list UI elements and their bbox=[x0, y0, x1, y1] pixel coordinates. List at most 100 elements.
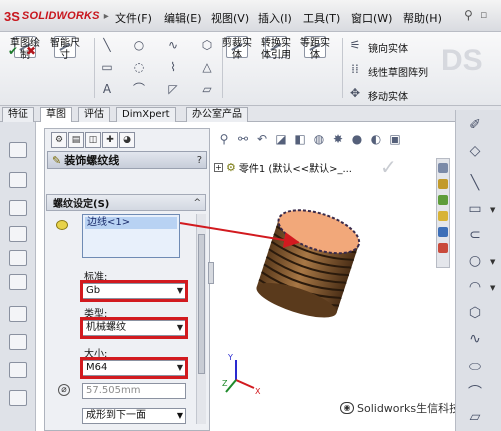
menu-edit[interactable]: 编辑(E) bbox=[164, 10, 202, 26]
pattern-icon[interactable] bbox=[9, 306, 27, 322]
file-explorer-icon[interactable] bbox=[438, 195, 448, 205]
offset-entities-button[interactable]: 等距实体 bbox=[300, 36, 330, 61]
help-icon[interactable]: ? bbox=[197, 155, 202, 166]
feature-manager-icon[interactable]: ⚙ bbox=[51, 132, 67, 148]
chamfer-icon[interactable]: ◸ bbox=[164, 82, 182, 96]
previous-view-icon[interactable]: ↶ bbox=[254, 131, 270, 147]
cancel-x-icon[interactable]: ✖ bbox=[26, 44, 36, 58]
hide-show-icon[interactable]: ✸ bbox=[330, 131, 346, 147]
confirm-corner-check-icon[interactable]: ✓ bbox=[380, 155, 397, 179]
section-view-icon[interactable]: ◪ bbox=[273, 131, 289, 147]
point-icon[interactable]: △ bbox=[198, 60, 216, 74]
part-name[interactable]: 零件1 (默认<<默认>_... bbox=[239, 160, 352, 175]
display-style-icon[interactable]: ◍ bbox=[311, 131, 327, 147]
linear-pattern-label[interactable]: 线性草图阵列 bbox=[368, 64, 428, 79]
zoom-fit-icon[interactable]: ⚲ bbox=[216, 131, 232, 147]
revolve-icon[interactable] bbox=[9, 172, 27, 188]
view-palette-icon[interactable] bbox=[438, 227, 448, 237]
rectangle-icon[interactable]: ▭ bbox=[98, 60, 116, 74]
tab-sketch[interactable]: 草图 bbox=[40, 107, 72, 122]
config-manager-icon[interactable]: ◫ bbox=[85, 132, 101, 148]
fillet-feature-icon[interactable] bbox=[9, 274, 27, 290]
dimension-icon[interactable]: ◇ bbox=[464, 142, 486, 160]
chevron-down-icon[interactable]: ▼ bbox=[490, 258, 495, 266]
window-control-icon[interactable]: ▫ bbox=[480, 8, 500, 24]
pin-icon[interactable]: ⚲ bbox=[464, 8, 473, 22]
scene-icon[interactable]: ◐ bbox=[368, 131, 384, 147]
fillet-icon[interactable]: ⌒ bbox=[130, 82, 148, 96]
tab-office-products[interactable]: 办公室产品 bbox=[186, 107, 248, 122]
dimxpert-manager-icon[interactable]: ✚ bbox=[102, 132, 118, 148]
rib-icon[interactable] bbox=[9, 334, 27, 350]
extrude-icon[interactable] bbox=[9, 142, 27, 158]
circle-icon[interactable]: ○ bbox=[464, 252, 486, 270]
loft-icon[interactable] bbox=[9, 226, 27, 242]
tab-evaluate[interactable]: 评估 bbox=[78, 107, 110, 122]
pm-scrollbar[interactable] bbox=[196, 214, 206, 424]
menu-file[interactable]: 文件(F) bbox=[115, 10, 152, 26]
fillet-icon[interactable]: ⌒ bbox=[464, 384, 486, 402]
zoom-area-icon[interactable]: ⚯ bbox=[235, 131, 251, 147]
move-icon[interactable]: ✥ bbox=[346, 86, 364, 100]
move-entities-label[interactable]: 移动实体 bbox=[368, 88, 408, 103]
tab-features[interactable]: 特征 bbox=[2, 107, 34, 122]
slot-icon[interactable]: ◌ bbox=[130, 60, 148, 74]
chevron-down-icon[interactable]: ▼ bbox=[490, 206, 495, 214]
ellipse-icon[interactable]: ⬭ bbox=[464, 358, 486, 376]
text-icon[interactable]: A bbox=[98, 82, 116, 96]
logo-arrow-icon[interactable]: ▸ bbox=[104, 11, 109, 22]
appearance-icon[interactable]: ● bbox=[349, 131, 365, 147]
expand-icon[interactable]: + bbox=[214, 163, 223, 172]
appearances-icon[interactable] bbox=[438, 243, 448, 253]
selected-edge-item[interactable]: 边线<1> bbox=[85, 217, 177, 229]
view-settings-icon[interactable]: ▣ bbox=[387, 131, 403, 147]
menu-tools[interactable]: 工具(T) bbox=[303, 10, 340, 26]
edge-selection-list[interactable]: 边线<1> bbox=[82, 214, 180, 258]
shell-icon[interactable] bbox=[9, 362, 27, 378]
design-library-icon[interactable] bbox=[438, 179, 448, 189]
menu-insert[interactable]: 插入(I) bbox=[258, 10, 292, 26]
display-manager-icon[interactable]: ◕ bbox=[119, 132, 135, 148]
menu-help[interactable]: 帮助(H) bbox=[403, 10, 442, 26]
trim-entities-button[interactable]: 剪裁实体 bbox=[222, 36, 252, 61]
line-icon[interactable]: ╲ bbox=[98, 38, 116, 52]
spline-icon[interactable]: ∿ bbox=[464, 330, 486, 348]
sketch-icon[interactable]: ✐ bbox=[464, 116, 486, 134]
arc-icon[interactable]: ◠ bbox=[464, 278, 486, 296]
slot-icon[interactable]: ⊂ bbox=[464, 226, 486, 244]
chevron-down-icon[interactable]: ▼ bbox=[490, 284, 495, 292]
smart-dimension-button[interactable]: 智能尺寸 bbox=[50, 36, 80, 61]
mirror-entities-label[interactable]: 镜向实体 bbox=[368, 40, 408, 55]
linear-pattern-icon[interactable]: ⁞⁞ bbox=[346, 62, 364, 76]
diameter-input[interactable]: 57.505mm bbox=[82, 383, 186, 399]
property-manager-icon[interactable]: ▤ bbox=[68, 132, 84, 148]
line-icon[interactable]: ╲ bbox=[464, 174, 486, 192]
menu-window[interactable]: 窗口(W) bbox=[351, 10, 392, 26]
rectangle-icon[interactable]: ▭ bbox=[464, 200, 486, 218]
tab-dimxpert[interactable]: DimXpert bbox=[116, 107, 176, 122]
view-orientation-icon[interactable]: ◧ bbox=[292, 131, 308, 147]
thread-settings-group-header[interactable]: 螺纹设定(S) ^ bbox=[46, 194, 206, 211]
circle-icon[interactable]: ○ bbox=[130, 38, 148, 52]
resources-icon[interactable] bbox=[438, 163, 448, 173]
sweep-icon[interactable] bbox=[9, 200, 27, 216]
mirror-icon[interactable]: ⚟ bbox=[346, 38, 364, 52]
polygon-icon[interactable]: ⬡ bbox=[464, 304, 486, 322]
scrollbar-thumb[interactable] bbox=[198, 234, 205, 374]
collapse-icon[interactable]: ^ bbox=[193, 198, 201, 208]
ok-check-icon[interactable]: ✔ bbox=[8, 44, 18, 58]
end-condition-select[interactable]: 成形到下一面 ▼ bbox=[82, 408, 186, 424]
folder-icon[interactable] bbox=[438, 211, 448, 221]
cut-icon[interactable] bbox=[9, 250, 27, 266]
mirror-feature-icon[interactable] bbox=[9, 390, 27, 406]
plane-icon[interactable]: ▱ bbox=[464, 408, 486, 426]
panel-splitter[interactable] bbox=[208, 262, 214, 284]
menu-view[interactable]: 视图(V) bbox=[211, 10, 249, 26]
spline-icon[interactable]: ⌇ bbox=[164, 60, 182, 74]
plane-icon[interactable]: ▱ bbox=[198, 82, 216, 96]
convert-entities-button[interactable]: 转换实体引用 bbox=[261, 36, 291, 61]
threaded-cylinder-model[interactable] bbox=[228, 200, 388, 330]
solidworks-logo[interactable]: 3S SOLIDWORKS ▸ bbox=[4, 7, 109, 25]
arc-icon[interactable]: ∿ bbox=[164, 38, 182, 52]
polygon-icon[interactable]: ⬡ bbox=[198, 38, 216, 52]
